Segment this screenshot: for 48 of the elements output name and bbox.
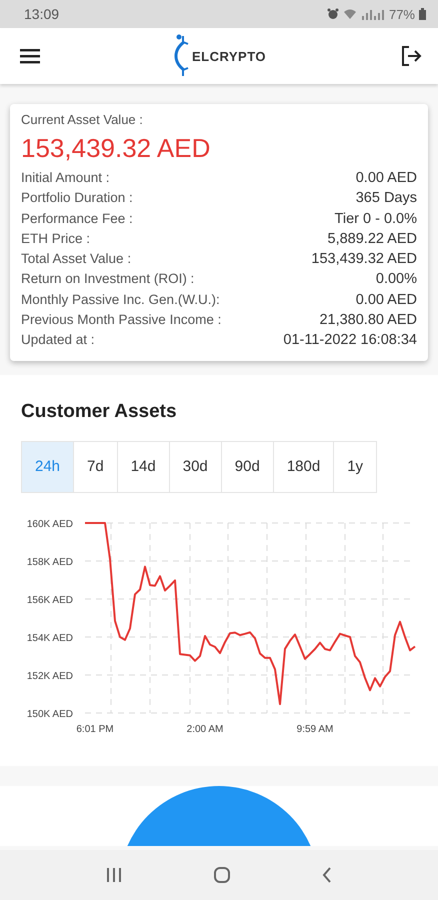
current-asset-value: 153,439.32 AED [21,133,212,164]
y-axis-label: 154K AED [26,632,73,644]
detail-value: 21,380.80 AED [319,311,417,330]
y-axis-label: 158K AED [26,556,73,568]
detail-label: Previous Month Passive Income : [21,311,222,330]
detail-value: 0.00% [376,270,417,290]
y-axis-label: 150K AED [26,708,73,720]
status-time: 13:09 [24,6,60,22]
range-tab[interactable]: 180d [272,440,334,493]
battery-percent: 77% [388,6,415,22]
detail-label: ETH Price : [21,230,90,248]
detail-label: Performance Fee : [21,210,133,228]
detail-label: Return on Investment (ROI) : [21,270,194,288]
detail-label: Total Asset Value : [21,250,132,268]
logo-text: ELCRYPTO [192,48,266,64]
signal-icon [360,8,385,20]
detail-label: Monthly Passive Inc. Gen.(W.U.): [21,290,220,309]
detail-value: 0.00 AED [356,290,417,310]
back-icon[interactable] [321,866,333,884]
range-tab[interactable]: 14d [116,440,170,493]
battery-icon [419,8,426,20]
detail-value: 0.00 AED [356,169,417,188]
range-tab[interactable]: 1y [333,440,378,493]
detail-value: 01-11-2022 16:08:34 [283,331,417,350]
menu-icon[interactable] [18,46,42,66]
section-title: Customer Assets [21,400,178,423]
recent-apps-icon[interactable] [105,867,123,883]
y-axis-label: 152K AED [26,670,73,682]
home-icon[interactable] [213,866,231,884]
x-axis-label: 2:00 AM [186,724,224,735]
x-axis-label: 6:01 PM [76,724,114,735]
x-axis-label: 9:59 AM [296,724,334,735]
y-axis-label: 156K AED [26,594,73,606]
detail-value: 5,889.22 AED [328,230,417,249]
wifi-icon [342,8,357,20]
logo-icon [174,34,190,78]
alarm-icon [326,8,339,20]
detail-value: 365 Days [356,189,417,208]
range-tab[interactable]: 90d [220,440,274,493]
detail-value: 153,439.32 AED [311,250,417,270]
card-title: Current Asset Value : [21,112,144,127]
y-axis-label: 160K AED [26,518,73,530]
detail-value: Tier 0 - 0.0% [334,210,417,229]
detail-label: Portfolio Duration : [21,189,133,208]
detail-label: Updated at : [21,331,95,350]
range-tab[interactable]: 30d [168,440,222,493]
detail-label: Initial Amount : [21,169,110,187]
range-tab[interactable]: 7d [73,440,118,493]
